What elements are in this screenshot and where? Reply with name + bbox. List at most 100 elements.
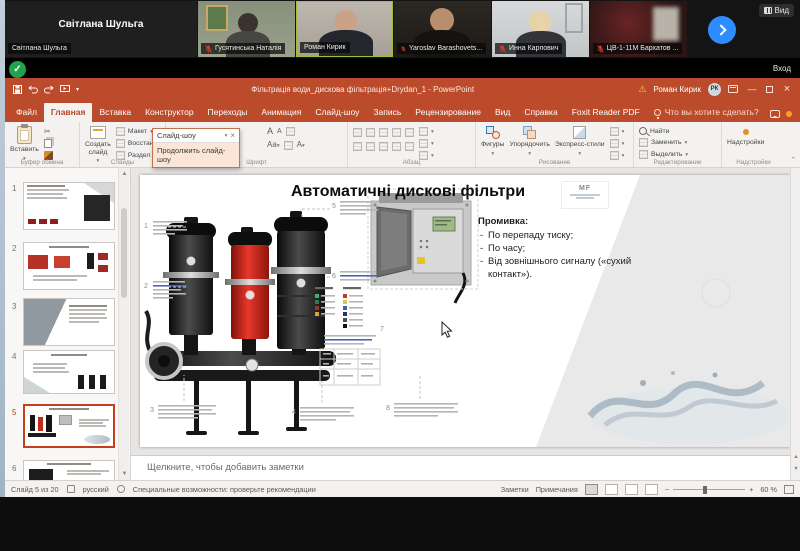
shrink-font-icon[interactable]: A (277, 127, 282, 136)
addins-button[interactable]: Надстройки (727, 125, 764, 147)
tell-me-box[interactable]: Что вы хотите сделать? (647, 103, 766, 122)
tab-help[interactable]: Справка (517, 103, 564, 122)
participant-tile-active-speaker[interactable]: Роман Кирик (296, 1, 393, 57)
select-button[interactable]: Выделить ▾ (639, 150, 688, 159)
grow-font-icon[interactable]: A (267, 127, 273, 136)
copy-icon[interactable] (43, 139, 52, 148)
scroll-up-icon[interactable]: ▲ (119, 168, 130, 180)
scroll-up-icon[interactable]: ▲ (791, 453, 800, 462)
slide-thumbnail-4[interactable] (23, 350, 115, 394)
avatar[interactable]: РК (708, 82, 721, 96)
columns-icon[interactable] (405, 142, 414, 151)
text-highlight-icon[interactable] (283, 141, 293, 150)
reading-view-icon[interactable] (624, 483, 638, 495)
restore-button[interactable] (766, 85, 773, 93)
slide-thumbnail-6[interactable] (23, 460, 115, 480)
tab-slideshow[interactable]: Слайд-шоу (308, 103, 366, 122)
close-button[interactable]: × (780, 83, 794, 95)
find-button[interactable]: Найти (639, 127, 688, 135)
slide-thumbnail-1[interactable] (23, 182, 115, 230)
slide-thumbnail-2[interactable] (23, 242, 115, 290)
account-name[interactable]: Роман Кирик (653, 85, 701, 94)
quick-styles-button[interactable]: Экспресс-стили ▾ (555, 125, 605, 158)
tab-transitions[interactable]: Переходы (201, 103, 255, 122)
comments-icon[interactable] (770, 110, 780, 118)
comments-toggle[interactable]: Примечания (536, 485, 578, 494)
align-right-icon[interactable] (379, 142, 388, 151)
cut-icon[interactable]: ✂ (44, 127, 53, 136)
font-color-icon[interactable]: A▾ (297, 140, 305, 151)
tab-insert[interactable]: Вставка (92, 103, 138, 122)
scroll-down-icon[interactable]: ▼ (119, 468, 130, 480)
align-center-icon[interactable] (366, 142, 375, 151)
slide-thumbnail-3[interactable] (23, 298, 115, 346)
spellcheck-icon[interactable] (66, 485, 75, 493)
shapes-button[interactable]: Фигуры ▾ (481, 125, 504, 158)
align-text-button[interactable]: ▾ (419, 139, 434, 148)
fit-slide-icon[interactable] (784, 484, 794, 494)
arrange-button[interactable]: Упорядочить ▾ (509, 125, 550, 158)
slide-scrollbar[interactable]: ▲ ▼ (790, 168, 800, 480)
participant-tile[interactable]: ЦВ-1-11М Бархатов ... (590, 1, 687, 57)
group-clipboard: Вставить ▾ ✂ Буфер обмена (10, 124, 64, 166)
slide-canvas[interactable]: 1 2 5 6 7 3 4 8 Автоматичні дискові філь… (131, 168, 790, 455)
tab-animations[interactable]: Анимация (254, 103, 308, 122)
tab-file[interactable]: Файл (9, 103, 44, 122)
shape-outline-button[interactable]: ▾ (609, 139, 624, 148)
align-left-icon[interactable] (353, 142, 362, 151)
tab-foxit[interactable]: Foxit Reader PDF (565, 103, 647, 122)
notes-pane[interactable]: Щелкните, чтобы добавить заметки (131, 455, 790, 480)
paste-button[interactable]: Вставить ▾ (10, 124, 39, 163)
participant-tile[interactable]: Инна Карпович (492, 1, 589, 57)
continue-slideshow-button[interactable]: Продолжить слайд-шоу (153, 143, 239, 167)
redo-icon[interactable] (44, 85, 54, 94)
line-spacing-icon[interactable] (405, 128, 414, 137)
warning-icon[interactable]: ⚠ (638, 84, 646, 95)
floating-toolbar-close-icon[interactable]: × (230, 131, 235, 140)
tab-review[interactable]: Рецензирование (408, 103, 488, 122)
svg-text:5: 5 (332, 203, 336, 210)
participant-tile[interactable]: Світлана Шульга Світлана Шульга (5, 1, 197, 57)
zoom-level[interactable]: 60 % (760, 485, 777, 494)
participant-tile[interactable]: Гусятинська Наталія (198, 1, 295, 57)
increase-indent-icon[interactable] (392, 128, 401, 137)
zoom-slider[interactable]: − + (665, 485, 753, 494)
text-direction-button[interactable]: ▾ (419, 127, 434, 136)
justify-icon[interactable] (392, 142, 401, 151)
change-case-icon[interactable]: Аа▾ (267, 140, 280, 151)
normal-view-icon[interactable] (584, 483, 598, 495)
language-indicator[interactable]: русский (83, 485, 109, 494)
ribbon-display-options-icon[interactable] (728, 85, 738, 93)
slideshow-view-icon[interactable] (644, 483, 658, 495)
minimize-button[interactable]: — (745, 84, 759, 94)
scrollbar-thumb[interactable] (121, 208, 127, 298)
tab-home[interactable]: Главная (43, 103, 93, 122)
replace-button[interactable]: Заменить ▾ (639, 138, 688, 147)
bullets-icon[interactable] (353, 128, 362, 137)
collapse-ribbon-icon[interactable]: ⌃ (790, 156, 796, 164)
scroll-down-icon[interactable]: ▼ (791, 465, 800, 474)
slide[interactable]: 1 2 5 6 7 3 4 8 Автоматичні дискові філь… (140, 175, 790, 447)
undo-icon[interactable] (28, 85, 38, 94)
next-participants-button[interactable] (708, 16, 736, 44)
shape-fill-button[interactable]: ▾ (609, 127, 624, 136)
mic-muted-icon (401, 45, 406, 52)
decrease-indent-icon[interactable] (379, 128, 388, 137)
notes-toggle[interactable]: Заметки (501, 485, 529, 494)
thumbnail-scrollbar[interactable]: ▲ ▼ (118, 168, 130, 480)
tab-design[interactable]: Конструктор (138, 103, 200, 122)
accessibility-status[interactable]: Специальные возможности: проверьте реком… (133, 485, 316, 494)
view-button[interactable]: Вид (758, 4, 794, 17)
clear-format-icon[interactable] (285, 127, 295, 136)
participant-tile[interactable]: Yaroslav Barashovets... (394, 1, 491, 57)
start-slideshow-icon[interactable] (60, 84, 70, 94)
floating-toolbar-dropdown-icon[interactable]: ▾ (225, 133, 228, 139)
save-icon[interactable] (13, 84, 22, 94)
tab-record[interactable]: Запись (366, 103, 408, 122)
slide-sorter-icon[interactable] (604, 483, 618, 495)
slide-thumbnail-5-selected[interactable] (23, 404, 115, 448)
tab-view[interactable]: Вид (488, 103, 517, 122)
numbering-icon[interactable] (366, 128, 375, 137)
qat-customize-icon[interactable]: ▾ (76, 86, 79, 93)
group-editing: Найти Заменить ▾ Выделить ▾ Редактирование (633, 122, 721, 167)
